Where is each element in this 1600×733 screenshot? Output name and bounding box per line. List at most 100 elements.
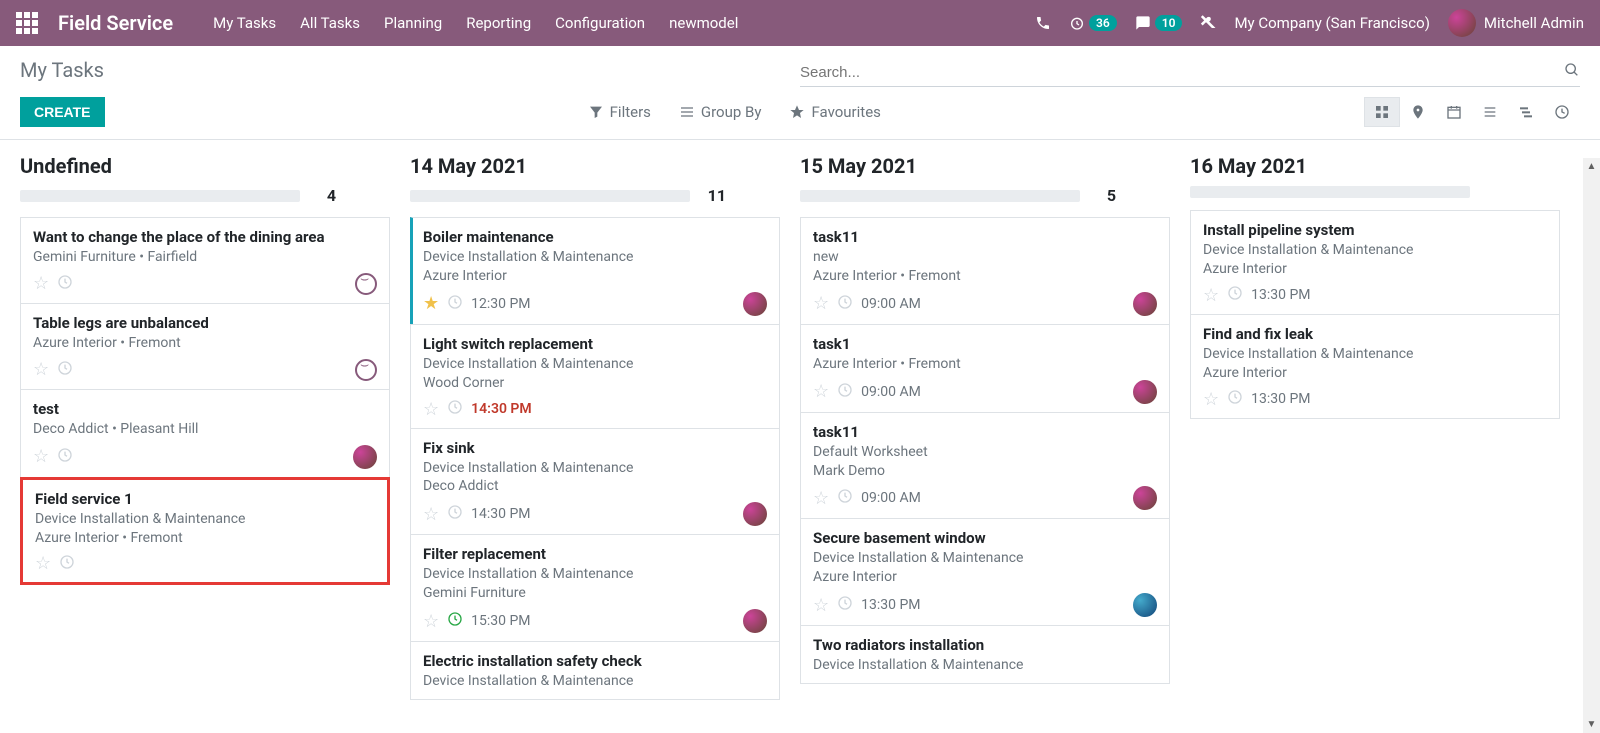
smiley-icon[interactable] (355, 273, 377, 295)
view-calendar-icon[interactable] (1436, 97, 1472, 127)
task-card[interactable]: testDeco Addict • Pleasant Hill☆ (20, 389, 390, 478)
apps-icon[interactable] (16, 12, 38, 34)
assignee-avatar-icon[interactable] (743, 502, 767, 526)
card-time: 14:30 PM (471, 506, 530, 522)
column-title[interactable]: 14 May 2021 (410, 154, 780, 178)
search-bar[interactable] (800, 58, 1580, 87)
scroll-up-icon[interactable]: ▲ (1583, 158, 1600, 175)
company-name[interactable]: My Company (San Francisco) (1234, 14, 1429, 32)
clock-icon[interactable] (837, 488, 853, 508)
clock-icon[interactable] (447, 399, 463, 419)
clock-icon[interactable] (447, 504, 463, 524)
task-card[interactable]: task1Azure Interior • Fremont☆09:00 AM (800, 324, 1170, 413)
nav-configuration[interactable]: Configuration (555, 14, 645, 32)
clock-icon[interactable] (1227, 389, 1243, 409)
star-icon[interactable]: ★ (423, 293, 439, 314)
task-card[interactable]: task11Default WorksheetMark Demo☆09:00 A… (800, 412, 1170, 520)
clock-icon[interactable] (447, 294, 463, 314)
favourites-button[interactable]: Favourites (789, 103, 880, 121)
card-subtitle-2: Azure Interior • Fremont (813, 267, 1157, 286)
clock-icon[interactable] (1227, 285, 1243, 305)
assignee-avatar-icon[interactable] (1133, 593, 1157, 617)
column-title[interactable]: 16 May 2021 (1190, 154, 1560, 178)
card-footer: ☆09:00 AM (813, 486, 1157, 510)
star-icon[interactable]: ☆ (33, 359, 49, 380)
scroll-down-icon[interactable]: ▼ (1583, 716, 1600, 733)
assignee-avatar-icon[interactable] (743, 609, 767, 633)
task-card[interactable]: Want to change the place of the dining a… (20, 217, 390, 304)
view-kanban-icon[interactable] (1364, 97, 1400, 127)
clock-icon[interactable] (59, 554, 75, 574)
column-count: 4 (312, 186, 336, 205)
task-card[interactable]: Secure basement windowDevice Installatio… (800, 518, 1170, 626)
clock-icon[interactable] (837, 595, 853, 615)
star-icon[interactable]: ☆ (423, 399, 439, 420)
card-subtitle-1: Device Installation & Maintenance (423, 459, 767, 478)
nav-all-tasks[interactable]: All Tasks (300, 14, 360, 32)
column-title[interactable]: Undefined (20, 154, 390, 178)
star-icon[interactable]: ☆ (33, 446, 49, 467)
nav-newmodel[interactable]: newmodel (669, 14, 738, 32)
clock-icon[interactable] (57, 274, 73, 294)
app-brand[interactable]: Field Service (58, 11, 173, 35)
smiley-icon[interactable] (355, 359, 377, 381)
user-menu[interactable]: Mitchell Admin (1448, 9, 1584, 37)
star-icon[interactable]: ☆ (813, 595, 829, 616)
view-list-icon[interactable] (1472, 97, 1508, 127)
search-input[interactable] (800, 64, 1564, 81)
task-card[interactable]: Electric installation safety checkDevice… (410, 641, 780, 700)
task-card[interactable]: Fix sinkDevice Installation & Maintenanc… (410, 428, 780, 536)
assignee-avatar-icon[interactable] (1133, 486, 1157, 510)
star-icon[interactable]: ☆ (1203, 285, 1219, 306)
star-icon[interactable]: ☆ (35, 553, 51, 574)
clock-icon[interactable] (57, 447, 73, 467)
task-card[interactable]: Filter replacementDevice Installation & … (410, 534, 780, 642)
assignee-avatar-icon[interactable] (353, 445, 377, 469)
progress-bar[interactable] (20, 190, 300, 202)
phone-icon[interactable] (1035, 15, 1051, 31)
progress-bar[interactable] (1190, 186, 1470, 198)
create-button[interactable]: CREATE (20, 97, 105, 127)
clock-icon[interactable] (57, 360, 73, 380)
star-icon[interactable]: ☆ (423, 611, 439, 632)
search-icon[interactable] (1564, 62, 1580, 82)
star-icon[interactable]: ☆ (813, 488, 829, 509)
clock-icon[interactable] (447, 611, 463, 631)
column-title[interactable]: 15 May 2021 (800, 154, 1170, 178)
star-icon[interactable]: ☆ (813, 293, 829, 314)
task-card[interactable]: Light switch replacementDevice Installat… (410, 324, 780, 429)
kanban-column: 15 May 20215task11newAzure Interior • Fr… (800, 154, 1170, 699)
nav-my-tasks[interactable]: My Tasks (213, 14, 276, 32)
clock-icon[interactable] (837, 382, 853, 402)
assignee-avatar-icon[interactable] (1133, 292, 1157, 316)
task-card[interactable]: Install pipeline systemDevice Installati… (1190, 210, 1560, 315)
assignee-avatar-icon[interactable] (743, 292, 767, 316)
groupby-button[interactable]: Group By (679, 103, 762, 121)
progress-bar[interactable] (410, 190, 690, 202)
task-card[interactable]: Boiler maintenanceDevice Installation & … (410, 217, 780, 325)
timer-icon[interactable]: 36 (1069, 15, 1117, 31)
task-card[interactable]: Field service 1Device Installation & Mai… (20, 477, 390, 586)
progress-bar[interactable] (800, 190, 1080, 202)
assignee-avatar-icon[interactable] (1133, 380, 1157, 404)
messages-icon[interactable]: 10 (1135, 15, 1183, 31)
scrollbar[interactable]: ▲ ▼ (1583, 158, 1600, 733)
nav-reporting[interactable]: Reporting (466, 14, 531, 32)
nav-planning[interactable]: Planning (384, 14, 442, 32)
star-icon[interactable]: ☆ (1203, 389, 1219, 410)
view-map-icon[interactable] (1400, 97, 1436, 127)
view-activity-icon[interactable] (1544, 97, 1580, 127)
card-subtitle-1: Device Installation & Maintenance (423, 355, 767, 374)
task-card[interactable]: Table legs are unbalancedAzure Interior … (20, 303, 390, 390)
star-icon[interactable]: ☆ (33, 273, 49, 294)
star-icon[interactable]: ☆ (813, 381, 829, 402)
task-card[interactable]: Two radiators installationDevice Install… (800, 625, 1170, 684)
tools-icon[interactable] (1200, 15, 1216, 31)
clock-icon[interactable] (837, 294, 853, 314)
star-icon[interactable]: ☆ (423, 504, 439, 525)
task-card[interactable]: Find and fix leakDevice Installation & M… (1190, 314, 1560, 419)
filters-button[interactable]: Filters (588, 103, 651, 121)
view-gantt-icon[interactable] (1508, 97, 1544, 127)
card-subtitle-2: Wood Corner (423, 374, 767, 393)
task-card[interactable]: task11newAzure Interior • Fremont☆09:00 … (800, 217, 1170, 325)
